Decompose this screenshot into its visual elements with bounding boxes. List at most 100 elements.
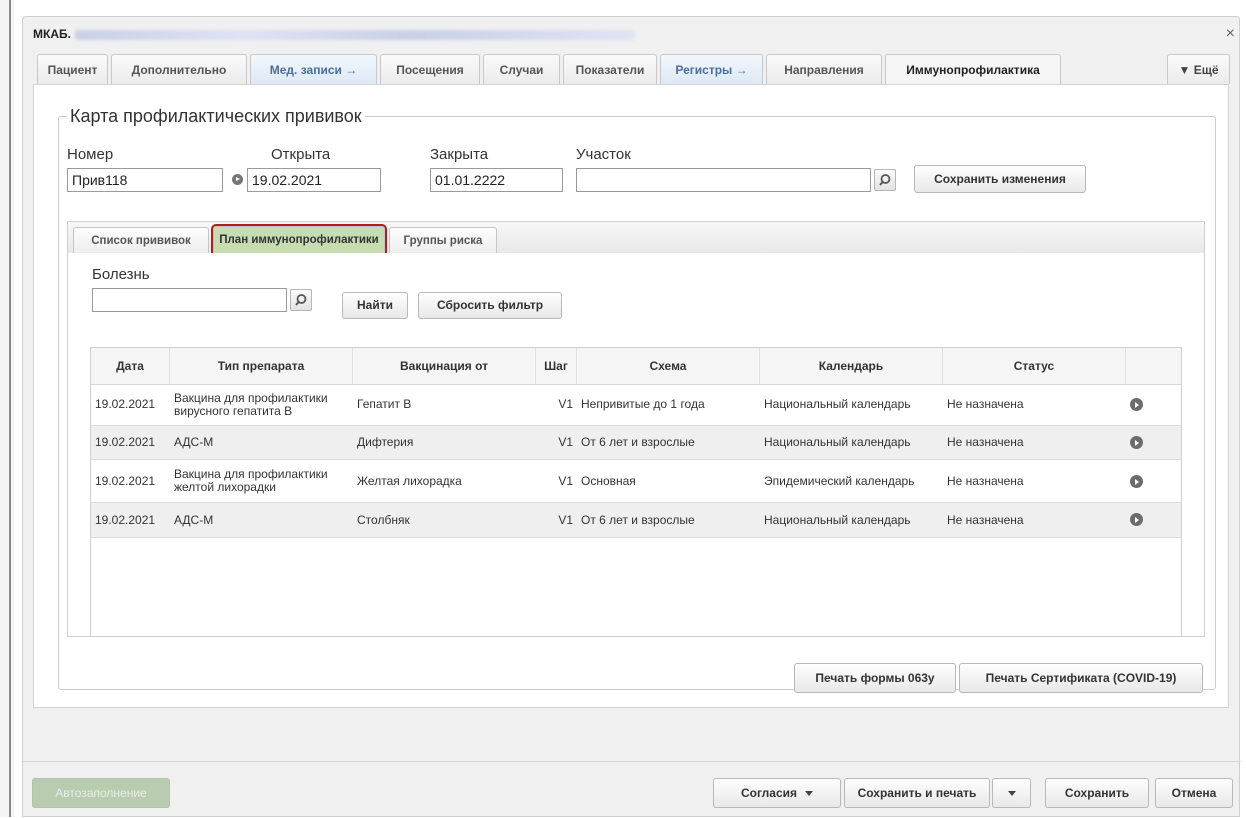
- footer-divider: [23, 761, 1241, 762]
- tab-registers[interactable]: Регистры →: [660, 54, 763, 84]
- cell-step: V1: [558, 397, 573, 411]
- tab-visits[interactable]: Посещения: [380, 54, 480, 84]
- cell-drug: Вакцина для профилактики желтой лихорадк…: [174, 467, 328, 494]
- arrow-circle-icon[interactable]: [1130, 475, 1143, 488]
- table-row[interactable]: 19.02.2021 Вакцина для профилактики желт…: [91, 460, 1181, 503]
- cell-status: Не назначена: [947, 473, 1024, 488]
- number-field[interactable]: Прив118: [67, 168, 223, 192]
- tab-immunoprophylaxis[interactable]: Иммунопрофилактика: [885, 54, 1061, 85]
- cell-against: Желтая лихорадка: [357, 473, 462, 488]
- column-scheme[interactable]: Схема: [577, 348, 760, 384]
- area-label: Участок: [576, 146, 631, 163]
- closed-label: Закрыта: [430, 146, 489, 163]
- card-subtabs: Список прививок План иммунопрофилактики …: [67, 221, 1205, 721]
- disease-field[interactable]: [92, 288, 287, 312]
- closed-date-field[interactable]: 01.01.2222: [430, 168, 563, 192]
- immunoprophylaxis-panel: Карта профилактических прививок Номер Пр…: [33, 84, 1229, 708]
- area-search-icon[interactable]: [874, 169, 896, 191]
- cell-status: Не назначена: [947, 435, 1024, 449]
- subtab-vaccination-list[interactable]: Список прививок: [73, 227, 209, 253]
- window-footer: Автозаполнение Согласия Сохранить и печа…: [23, 761, 1241, 818]
- cell-drug: АДС-М: [174, 435, 214, 449]
- column-calendar[interactable]: Календарь: [760, 348, 943, 384]
- column-drug-type[interactable]: Тип препарата: [170, 348, 353, 384]
- cell-calendar: Национальный календарь: [764, 512, 911, 527]
- arrow-circle-icon[interactable]: [232, 174, 243, 185]
- save-and-print-dropdown[interactable]: [992, 778, 1031, 808]
- cell-step: V1: [558, 473, 573, 488]
- cell-date: 19.02.2021: [95, 397, 156, 411]
- disease-label: Болезнь: [92, 266, 150, 283]
- tab-indicators[interactable]: Показатели: [563, 54, 657, 84]
- immunization-plan-panel: Болезнь Найти Сбросить фильтр Дата Тип п…: [67, 253, 1205, 637]
- tab-patient[interactable]: Пациент: [37, 54, 108, 84]
- vaccination-card: Карта профилактических прививок Номер Пр…: [58, 106, 1216, 693]
- column-date[interactable]: Дата: [91, 348, 170, 384]
- save-button[interactable]: Сохранить: [1045, 778, 1149, 808]
- save-changes-button[interactable]: Сохранить изменения: [914, 165, 1086, 193]
- arrow-circle-icon[interactable]: [1130, 436, 1143, 449]
- subtab-risk-groups[interactable]: Группы риска: [389, 227, 497, 253]
- table-row[interactable]: 19.02.2021 Вакцина для профилактики виру…: [91, 384, 1181, 426]
- cell-calendar: Национальный календарь: [764, 397, 911, 411]
- arrow-circle-icon[interactable]: [1130, 513, 1143, 526]
- cell-against: Столбняк: [357, 512, 410, 527]
- card-legend: Карта профилактических прививок: [70, 106, 362, 126]
- background-divider: [9, 0, 11, 817]
- disease-search-icon[interactable]: [290, 289, 312, 311]
- table-row[interactable]: 19.02.2021 АДС-М Столбняк V1 От 6 лет и …: [91, 503, 1181, 538]
- cell-step: V1: [558, 512, 573, 527]
- tab-med-records[interactable]: Мед. записи →: [250, 54, 377, 84]
- tab-cases[interactable]: Случаи: [483, 54, 560, 84]
- caret-down-icon: [1007, 791, 1016, 797]
- cell-calendar: Национальный календарь: [764, 435, 911, 449]
- close-icon[interactable]: ×: [1226, 25, 1235, 43]
- cell-date: 19.02.2021: [95, 512, 156, 527]
- caret-down-icon: [805, 791, 814, 797]
- main-tabs: Пациент Дополнительно Мед. записи → Посе…: [37, 54, 1231, 85]
- subtab-immunization-plan[interactable]: План иммунопрофилактики: [211, 224, 387, 256]
- cell-drug: Вакцина для профилактики вирусного гепат…: [174, 390, 328, 418]
- cell-scheme: Основная: [581, 473, 636, 488]
- cell-scheme: Непривитые до 1 года: [581, 397, 705, 411]
- number-label: Номер: [67, 146, 114, 163]
- column-vaccination-against[interactable]: Вакцинация от: [353, 348, 536, 384]
- cell-against: Гепатит В: [357, 397, 412, 411]
- cell-status: Не назначена: [947, 512, 1024, 527]
- reset-filter-button[interactable]: Сбросить фильтр: [418, 292, 562, 319]
- immunization-plan-table: Дата Тип препарата Вакцинация от Шаг Схе…: [90, 347, 1182, 637]
- cancel-button[interactable]: Отмена: [1155, 778, 1233, 808]
- window-title: МКАБ.: [33, 27, 635, 41]
- cell-date: 19.02.2021: [95, 435, 156, 449]
- background-window-strip: [0, 0, 14, 817]
- consents-button[interactable]: Согласия: [713, 778, 841, 808]
- opened-label: Открыта: [271, 146, 331, 163]
- table-row[interactable]: 19.02.2021 АДС-М Дифтерия V1 От 6 лет и …: [91, 426, 1181, 460]
- tab-additional[interactable]: Дополнительно: [111, 54, 247, 84]
- cell-drug: АДС-М: [174, 512, 214, 527]
- mkab-window: МКАБ. × Пациент Дополнительно Мед. запис…: [22, 16, 1241, 818]
- table-header: Дата Тип препарата Вакцинация от Шаг Схе…: [91, 348, 1181, 385]
- tab-more[interactable]: ▼ Ещё: [1167, 54, 1230, 84]
- column-step[interactable]: Шаг: [536, 348, 577, 384]
- find-button[interactable]: Найти: [342, 292, 408, 319]
- cell-calendar: Эпидемический календарь: [764, 473, 915, 488]
- window-title-text: МКАБ.: [33, 27, 71, 41]
- opened-date-field[interactable]: 19.02.2021: [247, 168, 381, 192]
- save-and-print-button[interactable]: Сохранить и печать: [844, 778, 990, 808]
- autofill-button[interactable]: Автозаполнение: [32, 778, 170, 808]
- tab-directions[interactable]: Направления: [766, 54, 882, 84]
- column-status[interactable]: Статус: [943, 348, 1126, 384]
- print-covid-certificate-button[interactable]: Печать Сертификата (COVID-19): [959, 663, 1203, 693]
- cell-scheme: От 6 лет и взрослые: [581, 512, 695, 527]
- cell-against: Дифтерия: [357, 435, 414, 449]
- consents-label: Согласия: [740, 786, 798, 800]
- cell-date: 19.02.2021: [95, 473, 156, 488]
- cell-scheme: От 6 лет и взрослые: [581, 435, 695, 449]
- patient-name-redacted: [74, 29, 635, 40]
- print-form-063-button[interactable]: Печать формы 063у: [794, 663, 956, 693]
- area-field[interactable]: [576, 168, 871, 192]
- column-actions: [1126, 348, 1181, 384]
- arrow-circle-icon[interactable]: [1130, 398, 1143, 411]
- cell-step: V1: [558, 435, 573, 449]
